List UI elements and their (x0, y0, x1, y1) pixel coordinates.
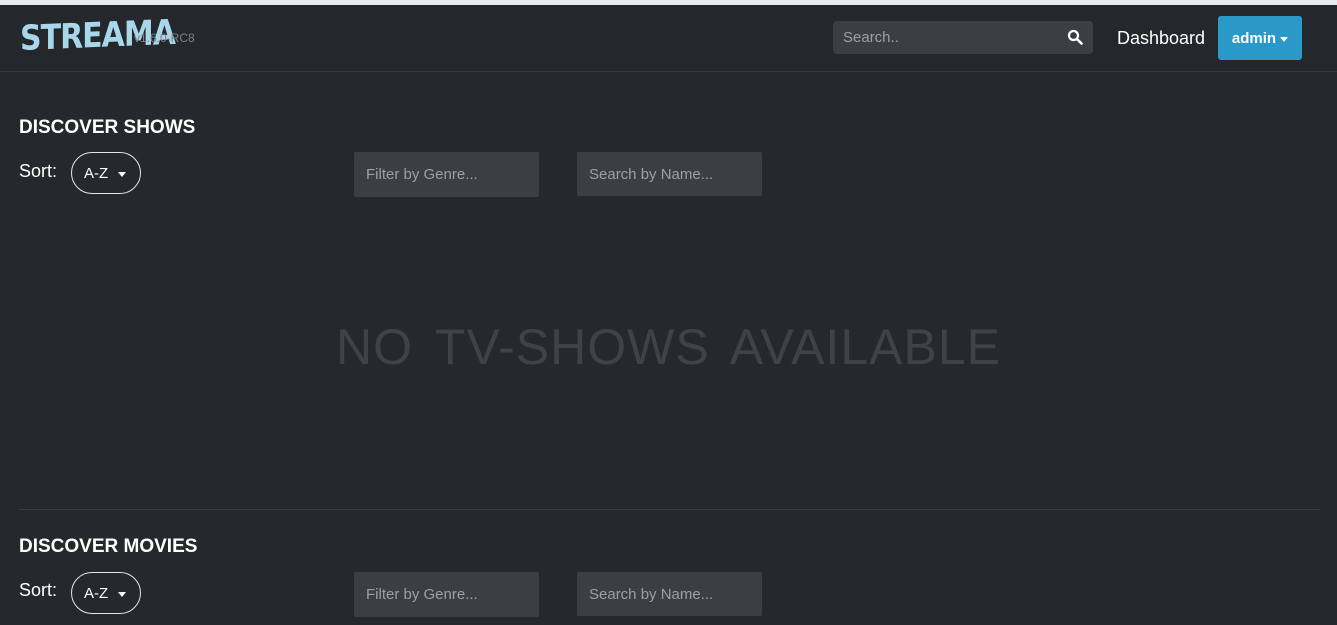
shows-sort-dropdown[interactable]: A-Z (71, 152, 141, 194)
shows-name-search-input[interactable] (577, 152, 762, 196)
movies-name-search-input[interactable] (577, 572, 762, 616)
shows-sort-label: Sort: (19, 161, 58, 181)
version-label: v1.6.0-RC8 (134, 31, 195, 45)
shows-genre-filter (354, 152, 539, 197)
shows-genre-filter-input[interactable] (354, 152, 539, 197)
user-menu-label: admin (1231, 29, 1277, 47)
shows-name-search (577, 152, 762, 196)
search-icon[interactable] (1067, 29, 1083, 45)
shows-empty-message: NO TV-SHOWS AVAILABLE (336, 319, 1001, 375)
dashboard-link[interactable]: Dashboard (1117, 28, 1205, 49)
movies-genre-filter-input[interactable] (354, 572, 539, 617)
shows-section-title: DISCOVER SHOWS (19, 117, 196, 138)
shows-sort-value: A-Z (84, 164, 109, 182)
navbar: STREAMA v1.6.0-RC8 Dashboard admin (0, 5, 1337, 72)
movies-section-title: DISCOVER MOVIES (19, 536, 198, 557)
user-menu-button[interactable]: admin (1218, 16, 1302, 60)
caret-down-icon (118, 171, 127, 177)
caret-down-icon (118, 591, 127, 597)
movies-sort-label: Sort: (19, 580, 58, 600)
movies-sort-value: A-Z (84, 584, 109, 602)
global-search (833, 21, 1093, 54)
movies-name-search (577, 572, 762, 616)
movies-sort-dropdown[interactable]: A-Z (71, 572, 141, 614)
movies-genre-filter (354, 572, 539, 617)
caret-down-icon (1280, 36, 1289, 42)
global-search-input[interactable] (833, 21, 1093, 54)
section-divider (19, 509, 1320, 510)
